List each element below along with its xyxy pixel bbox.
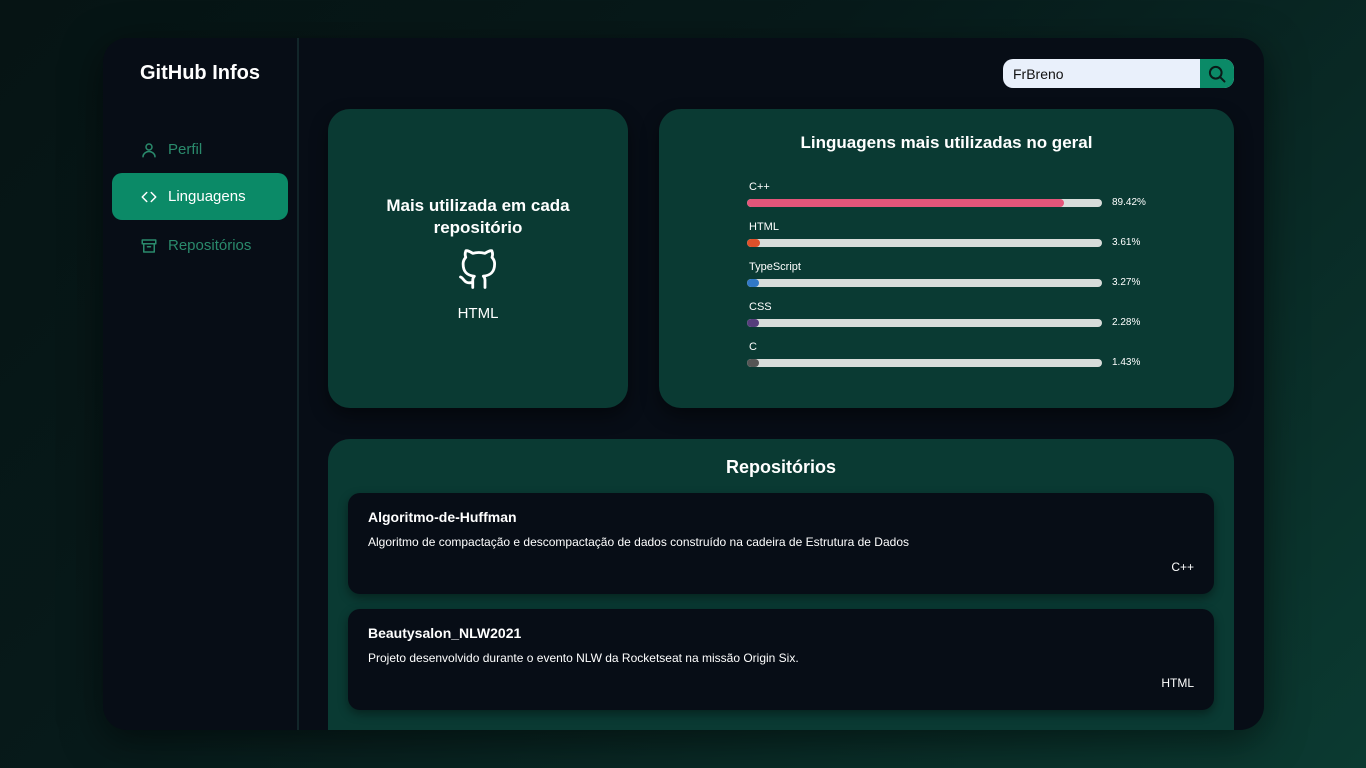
github-icon [457,249,499,291]
language-name: HTML [749,221,779,233]
language-row: HTML 3.61% [747,221,1167,261]
most-used-card: Mais utilizada em cada repositório HTML [328,109,628,408]
search-button[interactable] [1200,59,1234,88]
sidebar-item-label: Linguagens [168,188,246,205]
repo-language: HTML [1161,676,1194,690]
language-percent: 3.27% [1112,277,1141,288]
repo-name: Algoritmo-de-Huffman [368,509,517,525]
language-row: CSS 2.28% [747,301,1167,341]
sidebar-item-linguagens[interactable]: Linguagens [112,173,288,220]
language-progress-fill [747,279,760,287]
most-used-title: Mais utilizada em cada repositório [386,196,570,237]
sidebar: GitHub Infos Perfil Linguagens Repositór… [103,38,299,730]
repo-description: Projeto desenvolvido durante o evento NL… [368,651,799,665]
sidebar-item-repositorios[interactable]: Repositórios [112,222,288,269]
code-icon [140,188,158,206]
sidebar-item-perfil[interactable]: Perfil [112,126,288,173]
language-row: C++ 89.42% [747,181,1167,221]
search-box [1003,59,1234,88]
language-name: C [749,341,757,353]
language-progress-bar [747,199,1102,207]
repo-language: C++ [1171,560,1194,574]
sidebar-item-label: Repositórios [168,237,252,254]
archive-icon [140,237,158,255]
repo-card[interactable]: Beautysalon_NLW2021 Projeto desenvolvido… [348,609,1214,710]
language-name: TypeScript [749,261,801,273]
language-percent: 1.43% [1112,357,1141,368]
language-row: TypeScript 3.27% [747,261,1167,301]
repositories-title: Repositórios [725,457,836,477]
language-progress-fill [747,319,760,327]
language-percent: 2.28% [1112,317,1141,328]
search-input[interactable] [1003,59,1200,88]
language-progress-bar [747,279,1102,287]
language-name: C++ [749,181,770,193]
repo-description: Algoritmo de compactação e descompactaçã… [368,535,909,549]
main-content: Mais utilizada em cada repositório HTML … [301,38,1264,730]
language-percent: 89.42% [1112,197,1146,208]
language-row: C 1.43% [747,341,1167,381]
language-progress-bar [747,319,1102,327]
language-progress-fill [747,199,1065,207]
most-used-language: HTML [457,305,499,322]
user-icon [140,141,158,159]
app-window: GitHub Infos Perfil Linguagens Repositór… [103,38,1264,730]
language-progress-fill [747,359,760,367]
languages-title: Linguagens mais utilizadas no geral [800,133,1093,152]
languages-card: Linguagens mais utilizadas no geral C++ 8… [659,109,1234,408]
repo-card[interactable]: Algoritmo-de-Huffman Algoritmo de compac… [348,493,1214,594]
language-name: CSS [749,301,772,313]
language-progress-bar [747,359,1102,367]
sidebar-item-label: Perfil [168,141,203,158]
repositories-card: Repositórios Algoritmo-de-Huffman Algori… [328,439,1234,730]
brand-title: GitHub Infos [140,62,260,84]
repo-name: Beautysalon_NLW2021 [368,625,522,641]
search-icon [1207,64,1227,84]
language-percent: 3.61% [1112,237,1141,248]
language-progress-bar [747,239,1102,247]
language-progress-fill [747,239,760,247]
